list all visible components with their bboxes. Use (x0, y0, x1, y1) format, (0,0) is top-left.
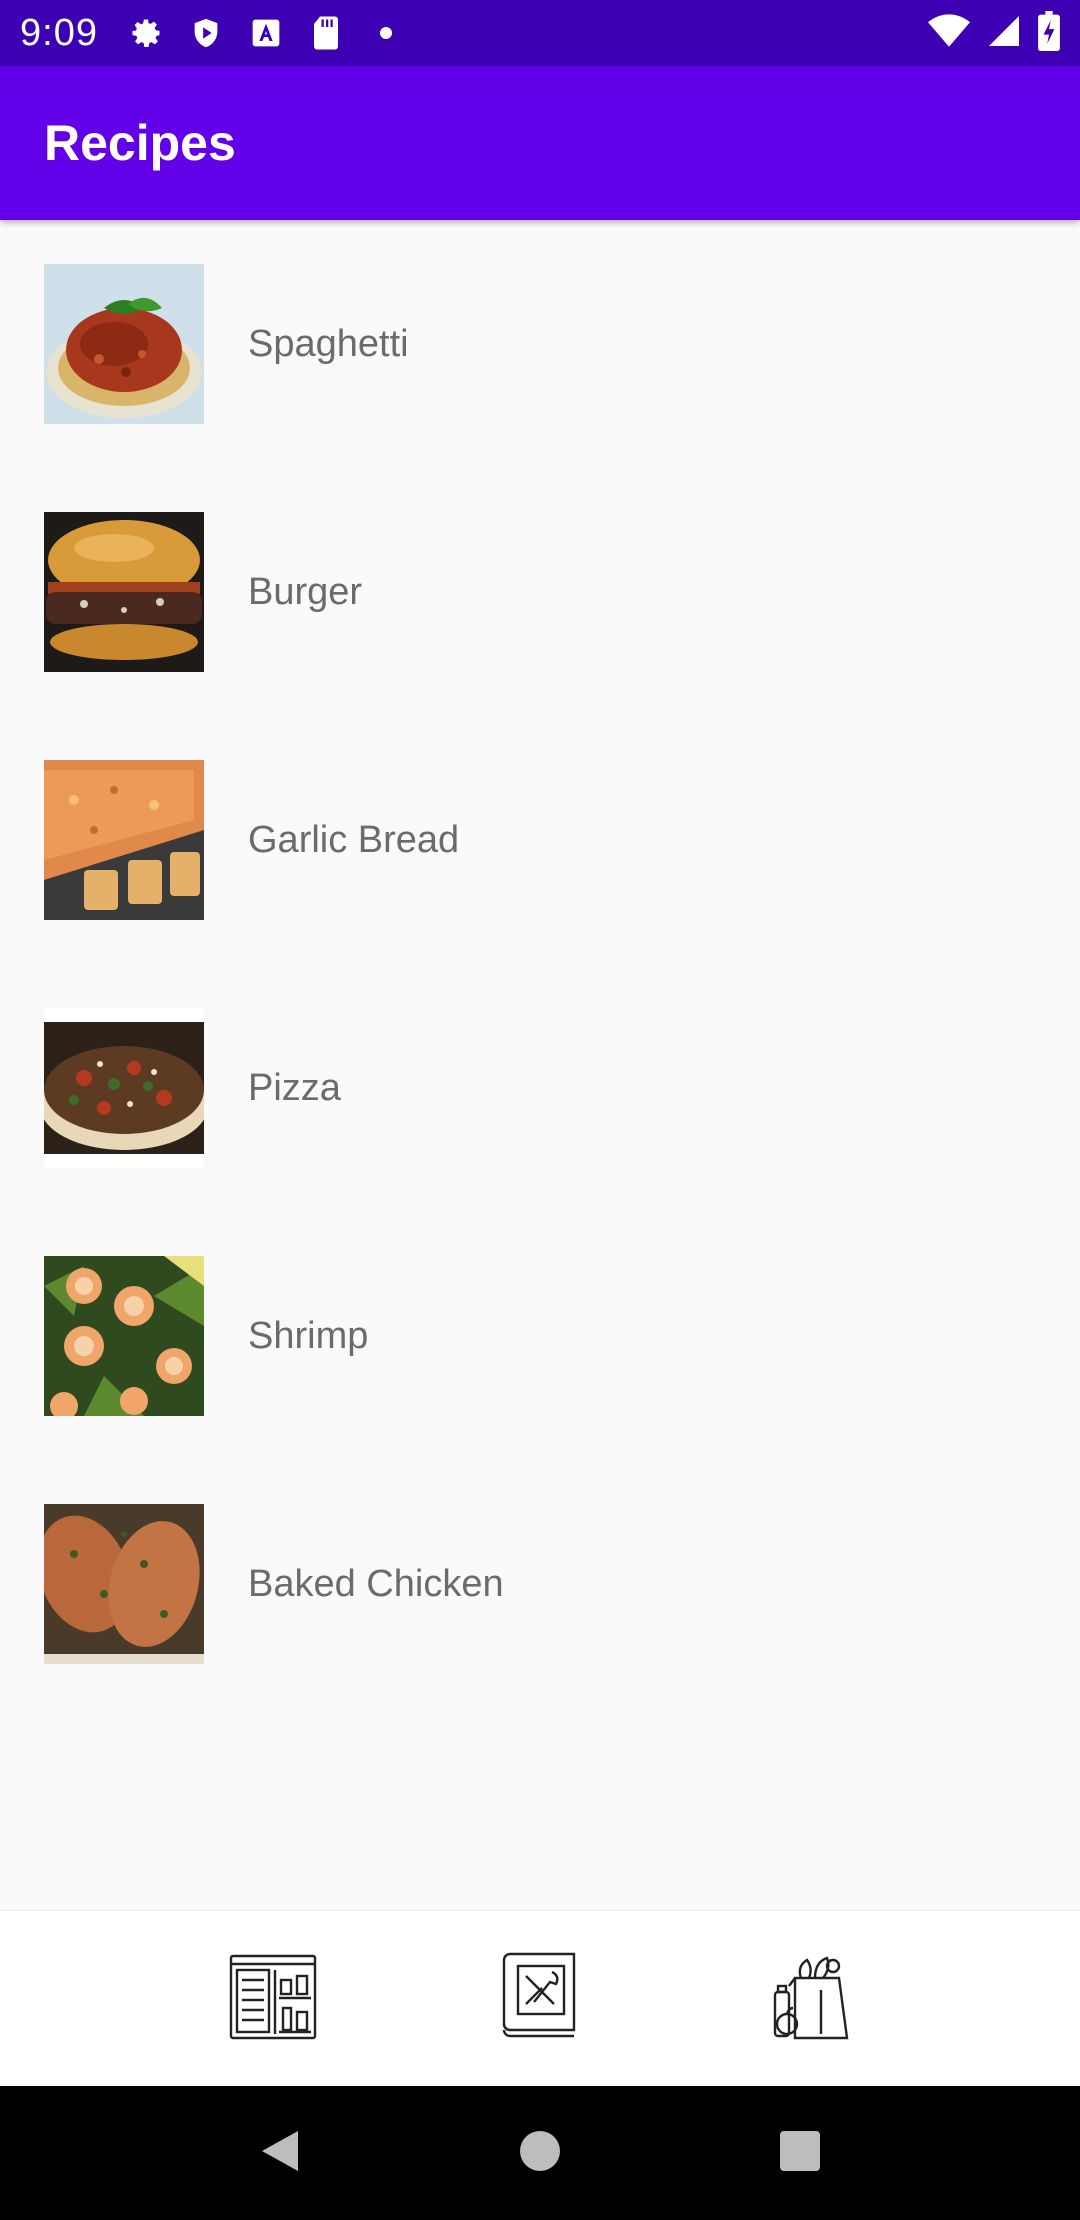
signal-icon (986, 13, 1022, 54)
recipe-name: Pizza (248, 1066, 341, 1109)
shrimp-image (44, 1256, 204, 1416)
nav-recipe-book[interactable] (490, 1949, 590, 2049)
status-bar: 9:09 (0, 0, 1080, 66)
home-icon (518, 2129, 562, 2178)
burger-image (44, 512, 204, 672)
recipe-name: Garlic Bread (248, 818, 460, 861)
home-button[interactable] (510, 2123, 570, 2183)
list-item[interactable]: Shrimp (0, 1212, 1080, 1460)
recents-button[interactable] (770, 2123, 830, 2183)
status-time: 9:09 (20, 11, 98, 54)
list-item[interactable]: Pizza (0, 964, 1080, 1212)
list-item[interactable]: Baked Chicken (0, 1460, 1080, 1708)
list-item[interactable]: Burger (0, 468, 1080, 716)
garlic-bread-image (44, 760, 204, 920)
pizza-image (44, 1008, 204, 1168)
baked-chicken-image (44, 1504, 204, 1664)
shield-icon (186, 13, 226, 53)
spaghetti-image (44, 264, 204, 424)
recipe-name: Baked Chicken (248, 1562, 504, 1605)
battery-icon (1038, 10, 1060, 56)
list-item[interactable]: Garlic Bread (0, 716, 1080, 964)
bottom-nav (0, 1910, 1080, 2086)
settings-icon (126, 13, 166, 53)
recents-icon (779, 2130, 821, 2177)
wifi-icon (928, 13, 970, 54)
recipe-name: Burger (248, 570, 363, 613)
menu-board-icon (227, 1950, 319, 2047)
nav-menu-board[interactable] (223, 1949, 323, 2049)
recipe-name: Shrimp (248, 1314, 369, 1357)
recipe-name: Spaghetti (248, 322, 409, 365)
app-bar: Recipes (0, 66, 1080, 220)
dot-icon (366, 13, 406, 53)
back-icon (258, 2127, 302, 2180)
nav-grocery-bag[interactable] (757, 1949, 857, 2049)
recipe-list[interactable]: Spaghetti Burger Garlic Bread Pizza Shri… (0, 220, 1080, 1708)
back-button[interactable] (250, 2123, 310, 2183)
list-item[interactable]: Spaghetti (0, 220, 1080, 468)
sd-card-icon (306, 13, 346, 53)
grocery-bag-icon (761, 1950, 853, 2047)
system-nav-bar (0, 2086, 1080, 2220)
font-icon (246, 13, 286, 53)
recipe-book-icon (500, 1950, 580, 2047)
page-title: Recipes (44, 115, 236, 171)
